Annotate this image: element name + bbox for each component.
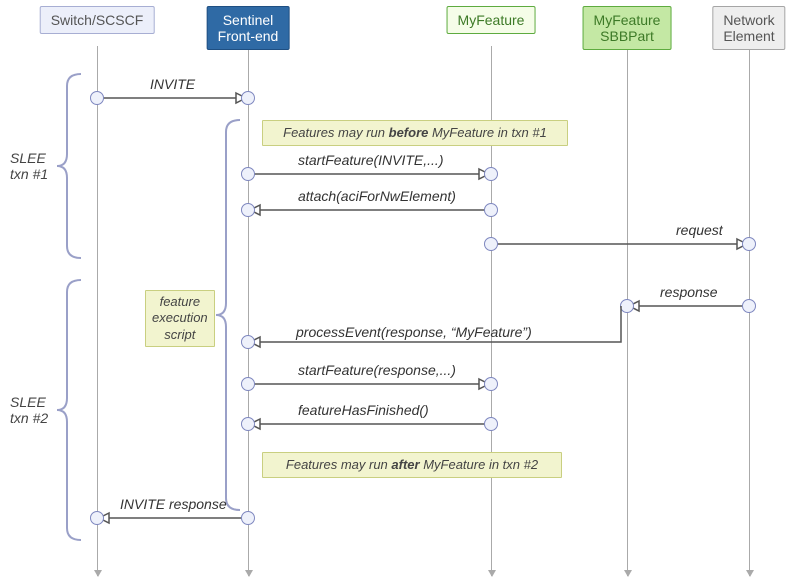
event-dot <box>484 417 498 431</box>
msg-startfeature1: startFeature(INVITE,...) <box>298 152 443 168</box>
event-dot <box>90 511 104 525</box>
event-dot <box>484 203 498 217</box>
note-feature-execution-script: featureexecutionscript <box>145 290 215 347</box>
event-dot <box>484 377 498 391</box>
event-dot <box>742 299 756 313</box>
arrow-request <box>491 238 749 250</box>
event-dot <box>620 299 634 313</box>
arrow-startfeature2 <box>248 378 491 390</box>
msg-attach: attach(aciForNwElement) <box>298 188 456 204</box>
lane-header-feature: MyFeature <box>447 6 536 34</box>
event-dot <box>484 167 498 181</box>
arrow-invite-response <box>97 512 248 524</box>
arrow-invite <box>97 92 248 104</box>
msg-featurefinished: featureHasFinished() <box>298 402 429 418</box>
event-dot <box>90 91 104 105</box>
msg-request: request <box>676 222 723 238</box>
lifeline-sentinel <box>248 46 249 576</box>
lane-header-text2: SBBPart <box>600 28 654 44</box>
brace-fes <box>216 120 240 510</box>
event-dot <box>241 167 255 181</box>
lane-header-text: MyFeature <box>458 12 525 28</box>
arrow-attach <box>248 204 491 216</box>
lane-header-network: NetworkElement <box>712 6 785 50</box>
lane-header-text: Network <box>723 12 774 28</box>
msg-processevent: processEvent(response, “MyFeature”) <box>296 324 532 340</box>
event-dot <box>241 377 255 391</box>
arrow-response <box>627 300 749 312</box>
note-run-before: Features may run before MyFeature in txn… <box>262 120 568 146</box>
msg-invite: INVITE <box>150 76 195 92</box>
lane-header-text2: Element <box>723 28 774 44</box>
event-dot <box>241 417 255 431</box>
brace-label-txn1: SLEEtxn #1 <box>10 150 48 182</box>
event-dot <box>241 91 255 105</box>
brace-txn2 <box>57 280 81 540</box>
lifeline-switch <box>97 46 98 576</box>
msg-invite-response: INVITE response <box>120 496 227 512</box>
lane-header-text: Switch/SCSCF <box>51 12 144 28</box>
arrow-featurefinished <box>248 418 491 430</box>
lane-header-text: MyFeature <box>594 12 661 28</box>
brace-txn1 <box>57 74 81 258</box>
lane-header-switch: Switch/SCSCF <box>40 6 155 34</box>
event-dot <box>241 203 255 217</box>
msg-startfeature2: startFeature(response,...) <box>298 362 456 378</box>
arrow-startfeature1 <box>248 168 491 180</box>
lane-header-sbbpart: MyFeatureSBBPart <box>583 6 672 50</box>
lane-header-sentinel: SentinelFront-end <box>207 6 290 50</box>
event-dot <box>484 237 498 251</box>
msg-response: response <box>660 284 718 300</box>
note-run-after: Features may run after MyFeature in txn … <box>262 452 562 478</box>
event-dot <box>742 237 756 251</box>
brace-label-txn2: SLEEtxn #2 <box>10 394 48 426</box>
lane-header-text2: Front-end <box>218 28 279 44</box>
lane-header-text: Sentinel <box>223 12 274 28</box>
event-dot <box>241 335 255 349</box>
event-dot <box>241 511 255 525</box>
